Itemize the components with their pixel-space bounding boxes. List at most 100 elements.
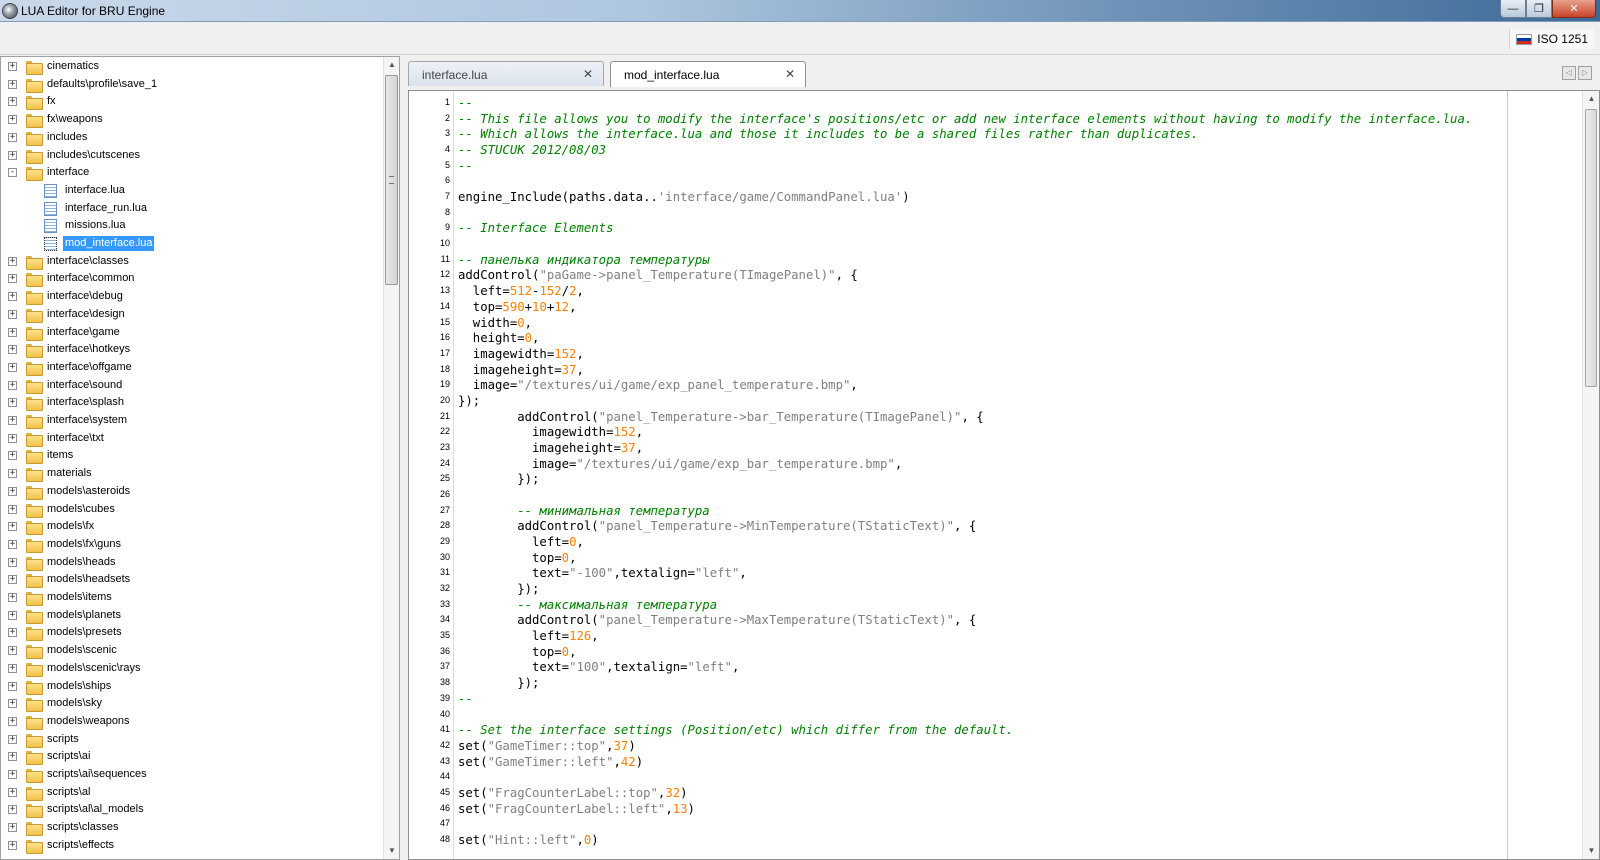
expand-icon[interactable]: +	[8, 362, 17, 372]
expand-icon[interactable]: +	[8, 380, 17, 390]
expand-icon[interactable]: +	[8, 292, 17, 302]
code-line[interactable]: left=0,	[458, 534, 584, 550]
code-line[interactable]: -- минимальная температура	[458, 503, 710, 519]
expand-icon[interactable]: +	[8, 823, 17, 833]
code-line[interactable]: });	[458, 675, 539, 691]
tree-folder-item[interactable]: + models\scenic	[1, 642, 385, 660]
tree-folder-item[interactable]: + scripts\al	[1, 784, 385, 802]
tree-folder-item[interactable]: + interface\hotkeys	[1, 341, 385, 359]
tree-folder-item[interactable]: + fx	[1, 93, 385, 111]
code-line[interactable]: image="/textures/ui/game/exp_bar_tempera…	[458, 456, 902, 472]
expand-icon[interactable]: +	[8, 575, 17, 585]
code-line[interactable]: -- панелька индикатора температуры	[458, 252, 710, 268]
tree-folder-item[interactable]: + interface\common	[1, 270, 385, 288]
tree-folder-item[interactable]: + scripts\al\al_models	[1, 801, 385, 819]
expand-icon[interactable]: +	[8, 557, 17, 567]
code-line[interactable]: });	[458, 581, 539, 597]
code-line[interactable]: left=512-152/2,	[458, 283, 584, 299]
code-line[interactable]: -- Interface Elements	[458, 220, 613, 236]
tree-folder-item[interactable]: + interface\system	[1, 412, 385, 430]
expand-icon[interactable]: +	[8, 522, 17, 532]
tree-folder-item[interactable]: + interface\game	[1, 324, 385, 342]
expand-icon[interactable]: +	[8, 256, 17, 266]
tree-folder-item[interactable]: + includes	[1, 129, 385, 147]
scroll-up-arrow-icon[interactable]: ▲	[384, 57, 399, 73]
tree-folder-item[interactable]: + fx\weapons	[1, 111, 385, 129]
expand-icon[interactable]: +	[8, 734, 17, 744]
code-line[interactable]: height=0,	[458, 330, 540, 346]
expand-icon[interactable]: +	[8, 309, 17, 319]
code-line[interactable]: engine_Include(paths.data..'interface/ga…	[458, 189, 910, 205]
code-line[interactable]: set("FragCounterLabel::top",32)	[458, 785, 688, 801]
tree-folder-item[interactable]: + cinematics	[1, 58, 385, 76]
expand-icon[interactable]: +	[8, 770, 17, 779]
code-line[interactable]: -- This file allows you to modify the in…	[458, 111, 1472, 127]
tree-folder-item[interactable]: + interface\txt	[1, 430, 385, 448]
code-line[interactable]: imageheight=37,	[458, 362, 584, 378]
expand-icon[interactable]: +	[8, 469, 17, 479]
editor-vertical-scrollbar[interactable]: ▲ ▼	[1582, 91, 1599, 859]
tree-vertical-scrollbar[interactable]: ▲ ▼	[383, 57, 399, 859]
code-line[interactable]: addControl("paGame->panel_Temperature(TI…	[458, 267, 858, 283]
tree-folder-item[interactable]: + scripts\ai\sequences	[1, 766, 385, 784]
tree-folder-item[interactable]: + scripts\classes	[1, 819, 385, 837]
scrollbar-thumb[interactable]	[1585, 109, 1597, 387]
tree-folder-item[interactable]: + interface\design	[1, 306, 385, 324]
scroll-down-arrow-icon[interactable]: ▼	[384, 843, 399, 859]
code-line[interactable]: --	[458, 691, 473, 707]
expand-icon[interactable]: +	[8, 539, 17, 549]
scroll-down-arrow-icon[interactable]: ▼	[1583, 843, 1599, 859]
scroll-up-arrow-icon[interactable]: ▲	[1583, 91, 1599, 107]
code-line[interactable]: imagewidth=152,	[458, 424, 643, 440]
tab-prev-icon[interactable]: ◁	[1562, 66, 1576, 80]
expand-icon[interactable]: +	[8, 752, 17, 762]
code-line[interactable]: text="100",textalign="left",	[458, 659, 739, 675]
title-bar[interactable]: LUA Editor for BRU Engine — ❐ ✕	[0, 0, 1600, 22]
encoding-selector[interactable]: ISO 1251	[1509, 29, 1594, 49]
code-line[interactable]: top=0,	[458, 644, 576, 660]
tree-folder-item[interactable]: + interface\debug	[1, 288, 385, 306]
expand-icon[interactable]: +	[8, 79, 17, 89]
collapse-icon[interactable]: -	[8, 168, 17, 178]
tree-file-item[interactable]: interface.lua	[1, 182, 385, 200]
tab-next-icon[interactable]: ▷	[1578, 66, 1592, 80]
tab-interface-lua[interactable]: interface.lua ✕	[408, 61, 604, 86]
tree-folder-item[interactable]: + includes\cutscenes	[1, 147, 385, 165]
tree-folder-item[interactable]: + defaults\profile\save_1	[1, 76, 385, 94]
expand-icon[interactable]: +	[8, 416, 17, 425]
code-line[interactable]: imageheight=37,	[458, 440, 643, 456]
expand-icon[interactable]: +	[8, 646, 17, 656]
tab-mod-interface-lua[interactable]: mod_interface.lua ✕	[610, 61, 806, 87]
code-line[interactable]: });	[458, 393, 480, 409]
expand-icon[interactable]: +	[8, 840, 17, 850]
expand-icon[interactable]: +	[8, 663, 17, 673]
tree-folder-item[interactable]: + scripts\ai	[1, 748, 385, 766]
tree-folder-item[interactable]: + models\weapons	[1, 713, 385, 731]
code-line[interactable]: addControl("panel_Temperature->MaxTemper…	[458, 612, 976, 628]
tree-folder-item[interactable]: + scripts\effects	[1, 837, 385, 855]
tree-folder-item[interactable]: + models\sky	[1, 695, 385, 713]
tree-file-item[interactable]: mod_interface.lua	[1, 235, 385, 253]
expand-icon[interactable]: +	[8, 610, 17, 620]
expand-icon[interactable]: +	[8, 132, 17, 142]
code-line[interactable]: -- максимальная температура	[458, 597, 717, 613]
expand-icon[interactable]: +	[8, 398, 17, 408]
tree-folder-item[interactable]: + models\ships	[1, 678, 385, 696]
tree-folder-item[interactable]: + interface\classes	[1, 253, 385, 271]
tree-folder-item[interactable]: + models\cubes	[1, 501, 385, 519]
tree-folder-item[interactable]: + models\fx	[1, 518, 385, 536]
expand-icon[interactable]: +	[8, 451, 17, 461]
tree-folder-item[interactable]: + items	[1, 447, 385, 465]
tree-folder-item[interactable]: + interface\offgame	[1, 359, 385, 377]
tree-file-item[interactable]: interface_run.lua	[1, 200, 385, 218]
expand-icon[interactable]: +	[8, 628, 17, 638]
tree-folder-item[interactable]: + models\heads	[1, 554, 385, 572]
tree-folder-item[interactable]: + models\items	[1, 589, 385, 607]
code-line[interactable]: set("GameTimer::left",42)	[458, 754, 643, 770]
expand-icon[interactable]: +	[8, 327, 17, 337]
code-editor[interactable]: 1 2 3 4 5 6 7 8 9 10 11 12 13 14 15 16 17 18 19 20 21 22 23 24 2…	[408, 90, 1600, 860]
tree-folder-item[interactable]: - interface	[1, 164, 385, 182]
tree-folder-item[interactable]: + models\headsets	[1, 571, 385, 589]
expand-icon[interactable]: +	[8, 115, 17, 125]
expand-icon[interactable]: +	[8, 150, 17, 160]
